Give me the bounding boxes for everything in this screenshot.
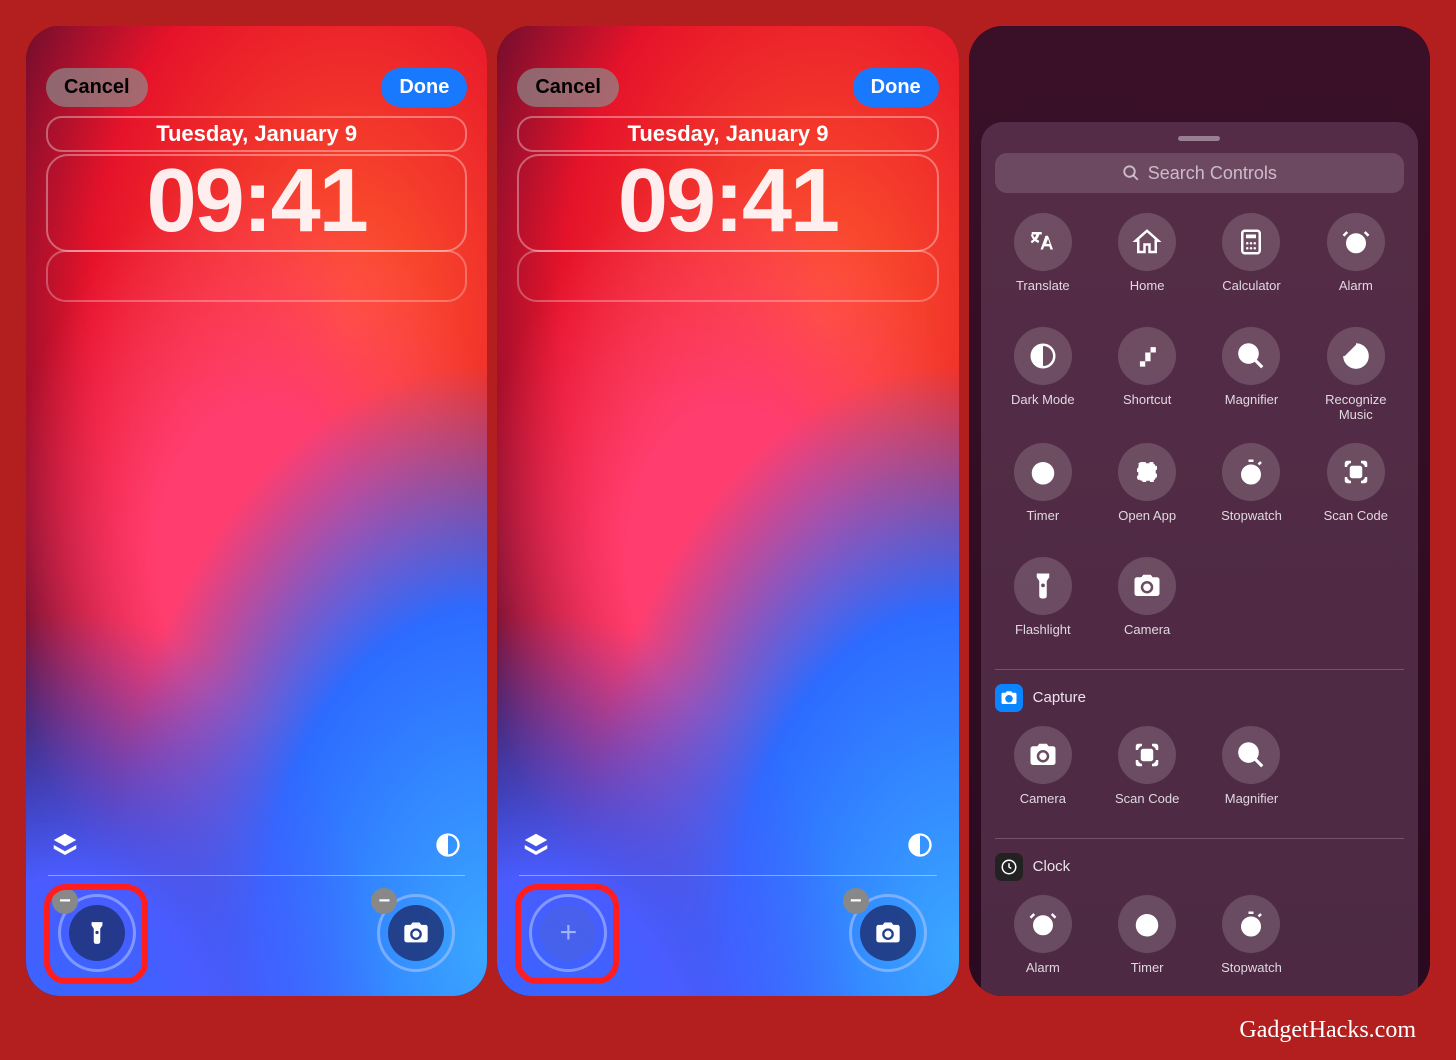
- control-label: Home: [1130, 279, 1165, 307]
- quick-action-right-camera[interactable]: −: [849, 894, 927, 972]
- control-scancode[interactable]: Scan Code: [1099, 726, 1195, 820]
- panel-lockscreen-edit-2: Cancel Done Tuesday, January 9 09:41 + −: [497, 26, 958, 996]
- date-widget[interactable]: Tuesday, January 9: [517, 116, 938, 152]
- section-divider: [995, 838, 1404, 839]
- control-label: Camera: [1020, 792, 1066, 820]
- calculator-icon: [1222, 213, 1280, 271]
- dark-mode-icon[interactable]: [903, 828, 937, 862]
- camera-icon: [1014, 726, 1072, 784]
- control-label: Open App: [1118, 509, 1176, 537]
- control-shortcut[interactable]: Shortcut: [1099, 327, 1195, 423]
- alarm-icon: [1327, 213, 1385, 271]
- time-widget[interactable]: 09:41: [46, 154, 467, 252]
- home-icon: [1118, 213, 1176, 271]
- shortcut-icon: [1118, 327, 1176, 385]
- clock-icon: [995, 853, 1023, 881]
- control-label: Translate: [1016, 279, 1070, 307]
- section-title: Clock: [1033, 858, 1071, 875]
- control-home[interactable]: Home: [1099, 213, 1195, 307]
- control-camera[interactable]: Camera: [995, 726, 1091, 820]
- cancel-button[interactable]: Cancel: [517, 68, 619, 107]
- control-label: Recognize Music: [1308, 393, 1404, 423]
- section-header-clock: Clock: [995, 853, 1404, 881]
- control-label: Timer: [1131, 961, 1164, 989]
- remove-badge[interactable]: −: [843, 888, 869, 914]
- camera-icon: [995, 684, 1023, 712]
- panel-lockscreen-edit-1: Cancel Done Tuesday, January 9 09:41 −: [26, 26, 487, 996]
- openapp-icon: [1118, 443, 1176, 501]
- section-title: Capture: [1033, 689, 1086, 706]
- control-label: Alarm: [1339, 279, 1373, 307]
- layers-icon[interactable]: [519, 828, 553, 862]
- time-widget[interactable]: 09:41: [517, 154, 938, 252]
- control-label: Dark Mode: [1011, 393, 1075, 421]
- sheet-grabber[interactable]: [1178, 136, 1220, 141]
- control-stopwatch[interactable]: Stopwatch: [1203, 443, 1299, 537]
- watermark: GadgetHacks.com: [1239, 1017, 1416, 1044]
- screenshot-triptych: Cancel Done Tuesday, January 9 09:41 −: [12, 12, 1444, 1010]
- translate-icon: [1014, 213, 1072, 271]
- cancel-button[interactable]: Cancel: [46, 68, 148, 107]
- widget-slot-below-time[interactable]: [517, 250, 938, 302]
- magnifier-icon: [1222, 726, 1280, 784]
- quick-action-right-camera[interactable]: −: [377, 894, 455, 972]
- control-label: Stopwatch: [1221, 509, 1282, 537]
- date-widget[interactable]: Tuesday, January 9: [46, 116, 467, 152]
- control-label: Scan Code: [1324, 509, 1388, 537]
- control-label: Magnifier: [1225, 792, 1278, 820]
- controls-sheet: Search Controls Translate Home Calculato…: [981, 122, 1418, 996]
- search-icon: [1122, 164, 1140, 182]
- control-darkmode[interactable]: Dark Mode: [995, 327, 1091, 423]
- camera-icon: [1118, 557, 1176, 615]
- bottom-divider: [48, 875, 465, 876]
- control-camera[interactable]: Camera: [1099, 557, 1195, 651]
- search-placeholder: Search Controls: [1148, 163, 1277, 184]
- magnifier-icon: [1222, 327, 1280, 385]
- layers-icon[interactable]: [48, 828, 82, 862]
- control-magnifier[interactable]: Magnifier: [1203, 726, 1299, 820]
- control-label: Flashlight: [1015, 623, 1071, 651]
- dark-mode-icon[interactable]: [431, 828, 465, 862]
- control-label: Shortcut: [1123, 393, 1171, 421]
- flashlight-icon: [1014, 557, 1072, 615]
- scancode-icon: [1118, 726, 1176, 784]
- control-scancode[interactable]: Scan Code: [1308, 443, 1404, 537]
- control-magnifier[interactable]: Magnifier: [1203, 327, 1299, 423]
- timer-icon: [1014, 443, 1072, 501]
- control-label: Camera: [1124, 623, 1170, 651]
- tutorial-highlight: [515, 884, 619, 984]
- done-button[interactable]: Done: [381, 68, 467, 107]
- control-stopwatch[interactable]: Stopwatch: [1203, 895, 1299, 989]
- darkmode-icon: [1014, 327, 1072, 385]
- control-flashlight[interactable]: Flashlight: [995, 557, 1091, 651]
- section-header-capture: Capture: [995, 684, 1404, 712]
- bottom-divider: [519, 875, 936, 876]
- control-timer[interactable]: Timer: [995, 443, 1091, 537]
- control-calculator[interactable]: Calculator: [1203, 213, 1299, 307]
- recognize-icon: [1327, 327, 1385, 385]
- section-divider: [995, 669, 1404, 670]
- control-timer[interactable]: Timer: [1099, 895, 1195, 989]
- search-controls-input[interactable]: Search Controls: [995, 153, 1404, 193]
- alarm-icon: [1014, 895, 1072, 953]
- control-translate[interactable]: Translate: [995, 213, 1091, 307]
- control-label: Calculator: [1222, 279, 1281, 307]
- panel-controls-picker: Search Controls Translate Home Calculato…: [969, 26, 1430, 996]
- scancode-icon: [1327, 443, 1385, 501]
- control-label: Scan Code: [1115, 792, 1179, 820]
- control-recognize[interactable]: Recognize Music: [1308, 327, 1404, 423]
- control-label: Alarm: [1026, 961, 1060, 989]
- control-alarm[interactable]: Alarm: [1308, 213, 1404, 307]
- widget-slot-below-time[interactable]: [46, 250, 467, 302]
- stopwatch-icon: [1222, 895, 1280, 953]
- control-alarm[interactable]: Alarm: [995, 895, 1091, 989]
- control-label: Stopwatch: [1221, 961, 1282, 989]
- done-button[interactable]: Done: [853, 68, 939, 107]
- stopwatch-icon: [1222, 443, 1280, 501]
- control-openapp[interactable]: Open App: [1099, 443, 1195, 537]
- control-label: Magnifier: [1225, 393, 1278, 421]
- control-label: Timer: [1026, 509, 1059, 537]
- timer-icon: [1118, 895, 1176, 953]
- tutorial-highlight: [44, 884, 148, 984]
